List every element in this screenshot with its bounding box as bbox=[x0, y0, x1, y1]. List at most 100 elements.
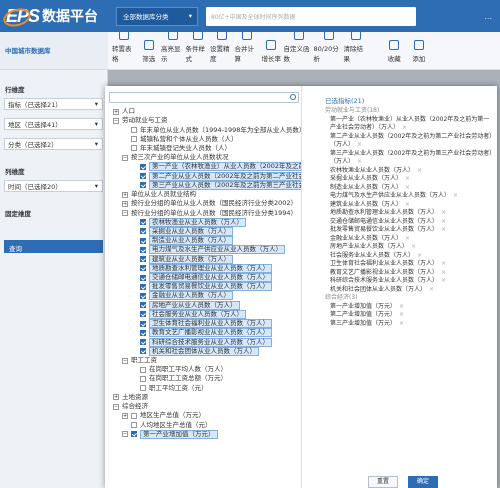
tree-node[interactable]: 房地产业从业人员数（万人） bbox=[105, 300, 301, 310]
checkbox[interactable] bbox=[140, 311, 146, 318]
collapse-icon[interactable]: − bbox=[113, 117, 119, 124]
remove-icon[interactable]: × bbox=[453, 192, 458, 199]
tree-node[interactable]: 建筑业从业人员数（万人） bbox=[105, 254, 301, 264]
expand-icon[interactable]: + bbox=[122, 200, 128, 207]
remove-icon[interactable]: × bbox=[402, 124, 407, 131]
highlight-button[interactable]: 高亮显示 bbox=[161, 30, 186, 63]
tree-node[interactable]: 科研综合技术服务业从业人员数（万人） bbox=[105, 337, 301, 347]
confirm-button[interactable]: 确定 bbox=[408, 476, 438, 488]
remove-icon[interactable]: × bbox=[357, 141, 362, 148]
remove-icon[interactable]: × bbox=[417, 252, 422, 259]
checkbox[interactable] bbox=[140, 302, 146, 309]
checkbox[interactable] bbox=[131, 127, 137, 134]
row-field-indicator[interactable]: 指标（已选择21） ▾ bbox=[4, 98, 103, 110]
checkbox[interactable] bbox=[140, 320, 146, 327]
remove-icon[interactable]: × bbox=[441, 218, 446, 225]
checkbox[interactable] bbox=[140, 283, 146, 290]
expand-icon[interactable]: + bbox=[122, 191, 128, 198]
checkbox[interactable] bbox=[140, 274, 146, 281]
col-field-time[interactable]: 时间（已选择20） ▾ bbox=[4, 180, 103, 192]
checkbox[interactable] bbox=[140, 237, 146, 244]
row-field-category[interactable]: 分类（已选择2） ▾ bbox=[4, 138, 103, 150]
tree-node[interactable]: + 地区生产总值（万元） bbox=[105, 411, 301, 420]
query-button[interactable]: 查询 bbox=[4, 240, 103, 253]
tree-node[interactable]: − 劳动就业与工资 bbox=[105, 116, 301, 125]
remove-icon[interactable]: × bbox=[411, 243, 416, 250]
checkbox[interactable] bbox=[131, 412, 137, 419]
checkbox[interactable] bbox=[140, 329, 146, 336]
tree-search-input[interactable] bbox=[109, 92, 299, 103]
checkbox[interactable] bbox=[140, 292, 146, 299]
remove-icon[interactable]: × bbox=[399, 311, 404, 318]
tree-node[interactable]: 批发零售贸易餐饮业从业人员数（万人） bbox=[105, 282, 301, 292]
remove-icon[interactable]: × bbox=[399, 303, 404, 310]
collapse-icon[interactable]: − bbox=[122, 154, 128, 161]
checkbox[interactable] bbox=[140, 348, 146, 355]
collapse-icon[interactable]: − bbox=[113, 403, 119, 410]
checkbox[interactable] bbox=[140, 163, 146, 170]
tree-node[interactable]: 第一产业（农林牧渔业）从业人员数（2002年及之前为第一产业社会劳动者）（万人） bbox=[105, 162, 301, 172]
tree-node[interactable]: 卫生体育社会福利业从业人员数（万人） bbox=[105, 319, 301, 329]
remove-icon[interactable]: × bbox=[441, 226, 446, 233]
tree-node[interactable]: 地质勘查水利管理业从业人员数（万人） bbox=[105, 263, 301, 273]
checkbox[interactable] bbox=[131, 136, 137, 143]
add-button[interactable]: 添加 bbox=[407, 40, 432, 63]
more-icon[interactable]: ... bbox=[484, 12, 492, 21]
tree-node[interactable]: − 按三次产业的单位从业人员数状况 bbox=[105, 153, 301, 162]
precision-button[interactable]: 设置精度 bbox=[210, 30, 235, 63]
category-dropdown[interactable]: 全部数据库分类 ▾ bbox=[116, 6, 198, 26]
tree-node[interactable]: 机关和社会团体从业人员数（万人） bbox=[105, 346, 301, 356]
pareto-analysis-button[interactable]: 80/20分析 bbox=[314, 30, 344, 63]
eps-logo[interactable]: EPS 数据平台 bbox=[6, 6, 106, 27]
collapse-icon[interactable]: − bbox=[122, 357, 128, 364]
checkbox[interactable] bbox=[140, 173, 146, 180]
tree-node[interactable]: − 按行业分组的单位从业人员数（国民经济行业分类1994） bbox=[105, 208, 301, 217]
tree-node[interactable]: 教育文艺广播影视业从业人员数（万人） bbox=[105, 328, 301, 338]
tree-node[interactable]: 职工平均工资（元） bbox=[105, 384, 301, 393]
tree-node[interactable]: 金融业从业人员数（万人） bbox=[105, 291, 301, 301]
expand-icon[interactable]: + bbox=[113, 394, 119, 401]
remove-icon[interactable]: × bbox=[441, 277, 446, 284]
tree-node[interactable]: 年末城镇登记失业人员数（人） bbox=[105, 144, 301, 153]
tree-node[interactable]: − 职工工资 bbox=[105, 356, 301, 365]
remove-icon[interactable]: × bbox=[405, 201, 410, 208]
search-input[interactable]: 80亿+中国及全球时间序列数据 bbox=[206, 6, 416, 26]
filter-button[interactable]: 筛选 bbox=[137, 40, 162, 63]
checkbox[interactable] bbox=[140, 219, 146, 226]
remove-icon[interactable]: × bbox=[399, 320, 404, 327]
tree-node[interactable]: 社会服务业从业人员数（万人） bbox=[105, 309, 301, 319]
remove-icon[interactable]: × bbox=[441, 209, 446, 216]
remove-icon[interactable]: × bbox=[357, 158, 362, 165]
checkbox[interactable] bbox=[140, 182, 146, 189]
remove-icon[interactable]: × bbox=[405, 184, 410, 191]
tree-node[interactable]: 城镇私营和个体从业人员数（人） bbox=[105, 135, 301, 144]
tree-node[interactable]: 人均地区生产总值（元） bbox=[105, 420, 301, 429]
remove-icon[interactable]: × bbox=[405, 175, 410, 182]
tree-node[interactable]: − 综合经济 bbox=[105, 402, 301, 411]
search-icon[interactable] bbox=[290, 94, 296, 100]
reset-button[interactable]: 重置 bbox=[368, 476, 398, 488]
collapse-icon[interactable]: − bbox=[122, 210, 128, 217]
remove-icon[interactable]: × bbox=[441, 260, 446, 267]
tree-node[interactable]: 采掘业从业人员数（万人） bbox=[105, 226, 301, 236]
clear-results-button[interactable]: 清除结果 bbox=[344, 30, 369, 63]
merge-calc-button[interactable]: 合并计算 bbox=[235, 30, 260, 63]
checkbox[interactable] bbox=[140, 385, 146, 392]
tree-node[interactable]: 制造业从业人员数（万人） bbox=[105, 236, 301, 246]
checkbox[interactable] bbox=[131, 422, 137, 429]
tree-node[interactable]: 农林牧渔业从业人员数（万人） bbox=[105, 217, 301, 227]
expand-icon[interactable]: + bbox=[122, 412, 128, 419]
checkbox[interactable] bbox=[131, 145, 137, 152]
tree-node[interactable]: 第二产业从业人员数（2002年及之前为第二产业社会劳动者）（万人） bbox=[105, 171, 301, 181]
tree-node[interactable]: 第三产业从业人员数（2002年及之前为第三产业社会劳动者）（万人） bbox=[105, 180, 301, 190]
tree-node[interactable]: + 土地资源 bbox=[105, 393, 301, 402]
checkbox[interactable] bbox=[140, 265, 146, 272]
custom-function-button[interactable]: 自定义函数 bbox=[284, 30, 314, 63]
checkbox[interactable] bbox=[140, 375, 146, 382]
checkbox[interactable] bbox=[140, 339, 146, 346]
remove-icon[interactable]: × bbox=[429, 286, 434, 293]
tree-node[interactable]: − 第一产业增加值（万元） bbox=[105, 429, 301, 439]
tree-node[interactable]: 电力煤气及水生产供应业从业人员数（万人） bbox=[105, 245, 301, 255]
tree-node[interactable]: 在岗职工工资总额（万元） bbox=[105, 374, 301, 383]
checkbox[interactable] bbox=[131, 431, 137, 438]
